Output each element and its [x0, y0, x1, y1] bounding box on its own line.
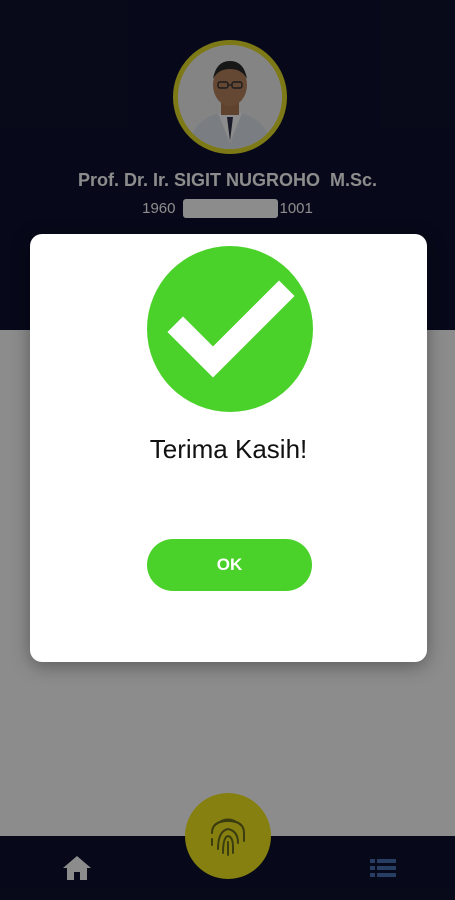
- ok-button[interactable]: OK: [147, 539, 312, 591]
- check-circle-icon: [147, 246, 313, 412]
- dialog-title: Terima Kasih!: [149, 434, 308, 464]
- success-dialog: Terima Kasih! OK: [30, 234, 427, 662]
